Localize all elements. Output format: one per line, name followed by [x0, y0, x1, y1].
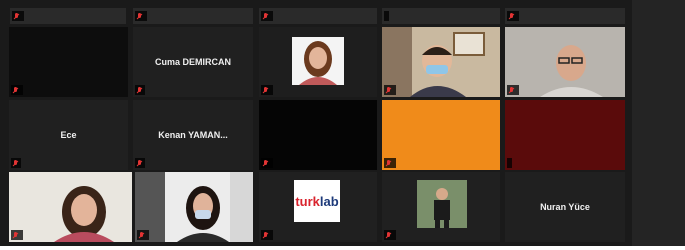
participant-name: Kenan YAMAN... [158, 130, 228, 140]
participant-nametag [261, 230, 273, 240]
participant-video-man-glasses [505, 27, 625, 97]
mic-muted-icon [263, 12, 268, 20]
participant-tile-p6[interactable]: Ece [9, 100, 128, 170]
participant-nametag [384, 85, 396, 95]
mic-muted-icon [509, 86, 514, 94]
participant-tile-p5[interactable] [505, 27, 625, 97]
mic-muted-icon [263, 86, 268, 94]
right-side-panel [632, 0, 685, 246]
participant-tile-p12[interactable] [135, 172, 253, 242]
participant-nametag [384, 158, 396, 168]
mic-muted-icon [139, 231, 144, 239]
top-tile-1[interactable] [10, 8, 126, 24]
mic-muted-icon [386, 231, 391, 239]
participant-nametag [261, 85, 273, 95]
meeting-gallery-view: Cuma DEMIRCAN Ece Kenan YAMAN... turk la… [0, 0, 685, 246]
turklab-logo: turk lab [294, 180, 340, 222]
mic-muted-icon [14, 12, 19, 20]
mic-muted-icon [13, 86, 18, 94]
top-tile-4-nametag [384, 11, 389, 21]
top-row-strip [0, 0, 632, 24]
mic-muted-icon [13, 231, 18, 239]
participant-name: Ece [60, 130, 77, 140]
participant-tile-p1[interactable] [9, 27, 128, 97]
participant-tile-p15[interactable]: Nuran Yüce [505, 172, 625, 242]
top-tile-5[interactable] [505, 8, 625, 24]
participant-video-woman-speaking [9, 172, 132, 242]
participant-tile-p13[interactable]: turk lab [259, 172, 377, 242]
participant-nametag [11, 230, 23, 240]
participant-nametag [135, 85, 145, 95]
top-tile-3-nametag [261, 11, 273, 21]
top-tile-2-nametag [135, 11, 147, 21]
participant-tile-p3[interactable] [259, 27, 377, 97]
top-tile-2[interactable] [133, 8, 253, 24]
participant-tile-p9[interactable] [382, 100, 500, 170]
participant-nametag [261, 158, 273, 168]
mic-muted-icon [137, 86, 142, 94]
participant-tile-p4[interactable] [382, 27, 500, 97]
participant-video-woman [259, 27, 377, 97]
participant-tile-p8[interactable] [259, 100, 377, 170]
mic-muted-icon [263, 231, 268, 239]
participant-video-boy-mask [382, 27, 500, 97]
participant-nametag [507, 158, 512, 168]
top-tile-3[interactable] [259, 8, 377, 24]
participant-nametag [384, 230, 396, 240]
participant-tile-p7[interactable]: Kenan YAMAN... [133, 100, 253, 170]
mic-muted-icon [13, 159, 18, 167]
participant-tile-p14[interactable] [382, 172, 500, 242]
participant-name: Cuma DEMIRCAN [154, 57, 231, 67]
mic-muted-icon [137, 159, 142, 167]
top-tile-4[interactable] [382, 8, 500, 24]
participant-nametag [507, 85, 519, 95]
mic-muted-icon [137, 12, 142, 20]
participant-nametag [135, 158, 145, 168]
mic-muted-icon [509, 12, 514, 20]
participant-nametag [11, 85, 23, 95]
participant-name: Nuran Yüce [540, 202, 590, 212]
mic-muted-icon [386, 159, 391, 167]
participant-tile-p2[interactable]: Cuma DEMIRCAN [133, 27, 253, 97]
mic-muted-icon [263, 159, 268, 167]
participant-tile-p11-active-speaker[interactable] [9, 172, 132, 242]
participant-nametag [11, 158, 21, 168]
top-tile-1-nametag [12, 11, 24, 21]
participant-nametag [137, 230, 149, 240]
participant-tile-p10[interactable] [505, 100, 625, 170]
participant-video-man-standing [382, 172, 500, 242]
top-tile-5-nametag [507, 11, 519, 21]
participant-video-girl-mask [135, 172, 253, 242]
mic-muted-icon [386, 86, 391, 94]
